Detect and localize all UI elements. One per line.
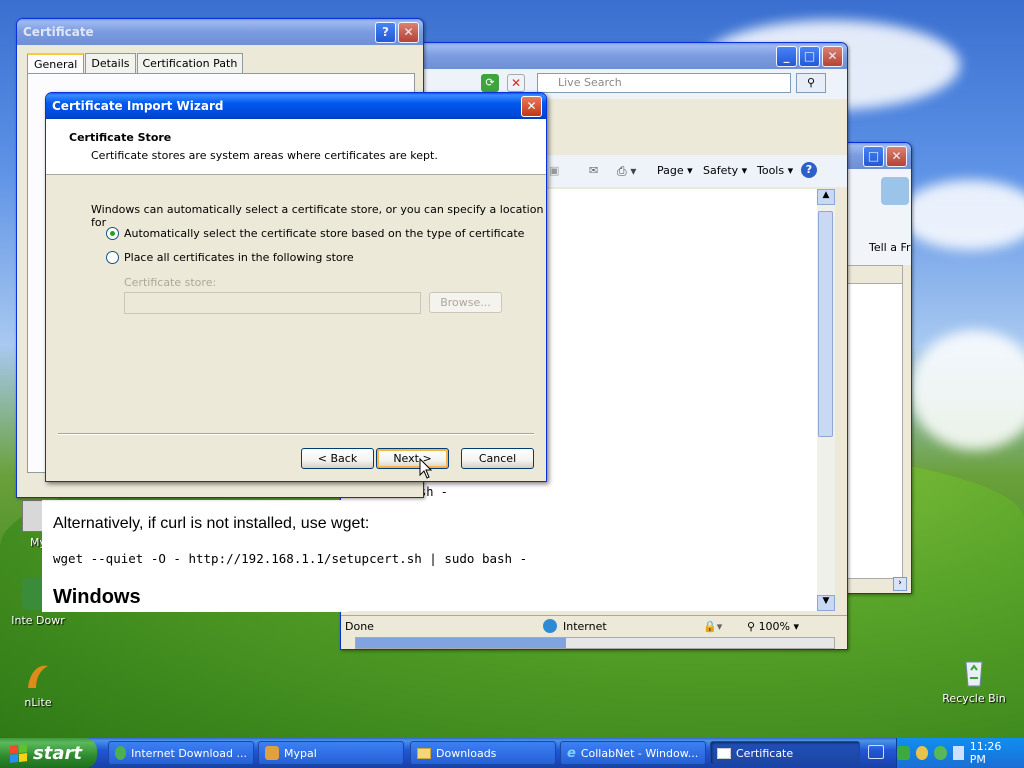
status-text: Done	[345, 620, 374, 633]
wget-command: wget --quiet -O - http://192.168.1.1/set…	[53, 551, 528, 566]
next-button[interactable]: Next >	[376, 448, 449, 469]
tell-a-friend-label[interactable]: Tell a Frie	[869, 241, 911, 254]
maximize-button[interactable]: □	[863, 145, 884, 167]
scroll-up-button[interactable]: ▲	[817, 189, 835, 205]
radio-button[interactable]	[106, 227, 119, 240]
wizard-header-title: Certificate Store	[69, 131, 172, 144]
browse-button[interactable]: Browse...	[429, 292, 502, 313]
radio-auto-select[interactable]: Automatically select the certificate sto…	[106, 227, 524, 240]
tab-general[interactable]: General	[27, 53, 85, 73]
wizard-close-button[interactable]: ✕	[521, 95, 542, 117]
search-button[interactable]: ⚲	[796, 73, 826, 93]
safety-menu[interactable]: Safety ▾	[703, 164, 747, 177]
ie-maximize-button[interactable]: □	[799, 45, 820, 67]
ie-status-bar: Done Internet 🔒▾ ⚲ 100% ▾	[341, 615, 847, 637]
import-wizard-window: Certificate Import Wizard ✕ Certificate …	[45, 92, 547, 482]
taskbar-item-certificate[interactable]: Certificate	[710, 741, 860, 765]
cloud	[910, 330, 1024, 450]
help-icon[interactable]: ?	[801, 162, 817, 178]
desktop-icon-nlite[interactable]: nLite	[2, 660, 74, 709]
start-button[interactable]: start	[0, 738, 97, 768]
tab-details[interactable]: Details	[85, 53, 136, 73]
taskbar-item-collabnet[interactable]: e CollabNet - Window...	[560, 741, 706, 765]
tray-app-icon[interactable]	[915, 746, 929, 760]
help-button[interactable]: ?	[375, 21, 396, 43]
system-tray: 11:26 PM	[896, 738, 1024, 768]
alternative-text: Alternatively, if curl is not installed,…	[53, 515, 370, 532]
internet-zone-icon	[543, 619, 557, 633]
close-button[interactable]: ✕	[398, 21, 419, 43]
idm-icon	[115, 746, 127, 760]
wizard-header-desc: Certificate stores are system areas wher…	[91, 149, 438, 162]
ie-scrollbar[interactable]: ▲ ▼	[817, 189, 835, 611]
certificate-store-field[interactable]	[124, 292, 421, 314]
window-title: Certificate	[23, 25, 94, 39]
tools-menu[interactable]: Tools ▾	[757, 164, 793, 177]
desktop-icon-recycle-bin[interactable]: Recycle Bin	[938, 656, 1010, 705]
tab-certification-path[interactable]: Certification Path	[136, 53, 244, 73]
scroll-right-button[interactable]: ›	[893, 577, 907, 591]
zoom-control[interactable]: ⚲ 100% ▾	[747, 620, 799, 633]
hscroll-thumb[interactable]	[356, 638, 566, 648]
ie-minimize-button[interactable]: _	[776, 45, 797, 67]
section-heading: Windows	[53, 586, 141, 608]
folder-icon	[417, 747, 431, 759]
stop-icon[interactable]: ✕	[507, 74, 525, 92]
wizard-divider	[58, 433, 534, 435]
tray-network-icon[interactable]	[897, 746, 910, 760]
refresh-icon[interactable]: ⟳	[481, 74, 499, 92]
mypal-icon	[265, 746, 279, 760]
certificate-titlebar: Certificate ? ✕	[17, 19, 423, 45]
taskbar-item-internet-download[interactable]: Internet Download ...	[108, 741, 254, 765]
clock[interactable]: 11:26 PM	[970, 740, 1016, 766]
window-icon	[717, 747, 731, 759]
radio-manual-store[interactable]: Place all certificates in the following …	[106, 251, 354, 264]
ie-hscrollbar[interactable]	[355, 637, 835, 649]
recycle-bin-icon	[958, 656, 990, 688]
search-input[interactable]: Live Search	[537, 73, 791, 93]
ie-icon: e	[567, 745, 576, 761]
wizard-titlebar: Certificate Import Wizard ✕	[46, 93, 546, 119]
print-icon[interactable]: ⎙ ▾	[617, 164, 636, 179]
taskbar-item-mypal[interactable]: Mypal	[258, 741, 404, 765]
close-button[interactable]: ✕	[886, 145, 907, 167]
tray-volume-icon[interactable]	[952, 746, 964, 760]
nlite-icon	[22, 660, 54, 692]
zoom-icon: ⚲	[747, 620, 756, 633]
wizard-title: Certificate Import Wizard	[52, 99, 224, 113]
mail-icon[interactable]: ✉	[589, 164, 598, 177]
store-label: Certificate store:	[124, 276, 217, 289]
certificate-tabs: General Details Certification Path	[27, 53, 244, 73]
mouse-cursor-icon	[419, 458, 433, 479]
taskbar-item-downloads[interactable]: Downloads	[410, 741, 556, 765]
windows-logo-icon	[10, 743, 27, 763]
scroll-thumb[interactable]	[818, 211, 833, 437]
keyboard-icon[interactable]	[868, 745, 884, 759]
tell-a-friend-icon	[881, 177, 909, 205]
back-button[interactable]: < Back	[301, 448, 374, 469]
cloud	[900, 180, 1024, 250]
radio-button[interactable]	[106, 251, 119, 264]
zone-label: Internet	[563, 620, 607, 633]
wizard-intro-text: Windows can automatically select a certi…	[91, 203, 544, 229]
cancel-button[interactable]: Cancel	[461, 448, 534, 469]
search-icon: ⚲	[806, 76, 816, 89]
page-menu[interactable]: Page ▾	[657, 164, 693, 177]
ie-close-button[interactable]: ✕	[822, 45, 843, 67]
protected-mode-icon[interactable]: 🔒▾	[703, 620, 722, 633]
scroll-down-button[interactable]: ▼	[817, 595, 835, 611]
tray-sync-icon[interactable]	[934, 746, 947, 760]
feeds-icon[interactable]: ▣	[549, 164, 559, 177]
wizard-header: Certificate Store Certificate stores are…	[46, 119, 546, 175]
taskbar: start Internet Download ... Mypal Downlo…	[0, 738, 1024, 768]
